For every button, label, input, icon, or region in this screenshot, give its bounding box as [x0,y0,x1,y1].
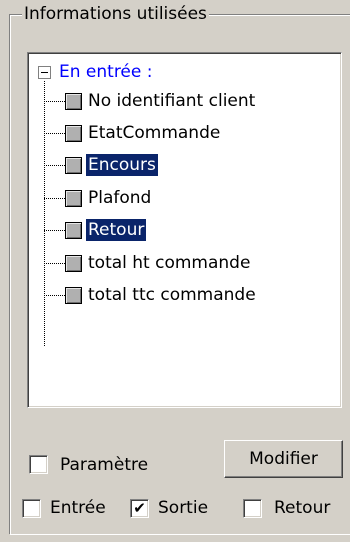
tree-root-label: En entrée : [59,62,153,82]
retour-checkbox[interactable] [243,499,262,518]
field-icon [65,92,82,110]
tree-item-label: total ttc commande [88,285,256,305]
parametre-checkbox[interactable] [29,455,48,474]
field-icon [65,124,82,142]
groupbox-title: Informations utilisées [22,3,209,25]
sortie-checkbox[interactable]: ✔ [130,499,149,518]
tree-item-label: Encours [86,154,158,176]
tree-item-label: EtatCommande [88,123,221,143]
field-icon [65,254,82,272]
tree-item-label: Retour [86,219,147,241]
tree-item-plafond[interactable]: Plafond [44,185,153,211]
field-icon [65,286,82,304]
tree-item-encours[interactable]: Encours [44,152,158,178]
entree-label: Entrée [50,498,106,518]
field-icon [65,221,82,239]
tree-item-retour[interactable]: Retour [44,217,147,243]
tree-item-label: total ht commande [88,253,251,273]
tree-item-etatcommande[interactable]: EtatCommande [44,120,222,146]
entree-checkbox[interactable] [22,499,41,518]
tree-root-node[interactable]: En entrée : [38,61,152,83]
collapse-icon[interactable] [38,65,51,79]
field-icon [65,189,82,207]
retour-label: Retour [274,498,331,518]
parametre-label: Paramètre [60,455,149,475]
field-icon [65,156,82,174]
tree-item-label: Plafond [88,188,152,208]
tree-view[interactable]: En entrée : No identifiant client EtatCo… [27,52,342,408]
tree-item-label: No identifiant client [88,91,256,111]
modifier-button[interactable]: Modifier [224,440,343,478]
tree-item-total-ht-commande[interactable]: total ht commande [44,250,252,276]
sortie-label: Sortie [158,498,209,518]
tree-item-total-ttc-commande[interactable]: total ttc commande [44,282,258,308]
tree-item-no-identifiant-client[interactable]: No identifiant client [44,88,257,114]
